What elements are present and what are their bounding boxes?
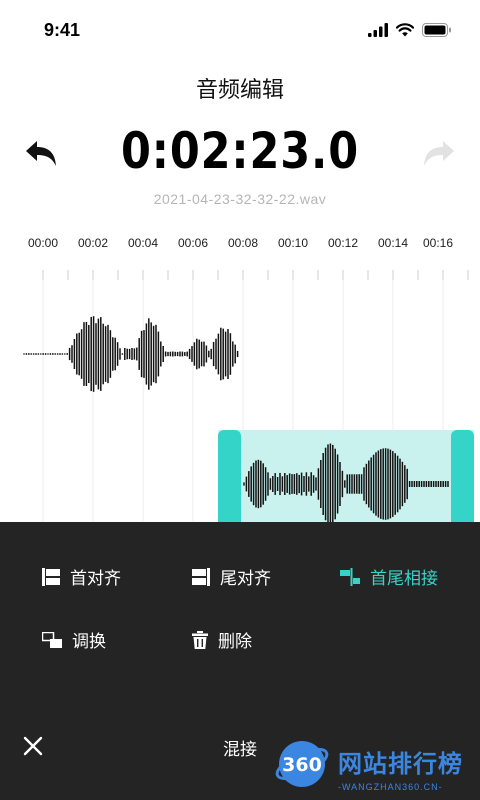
time-ruler: 00:00 00:02 00:04 00:06 00:08 00:10 00:12 00:14… bbox=[0, 236, 480, 256]
site-watermark: 360 网站排行榜 -WANGZHAN360.CN- bbox=[268, 738, 480, 800]
ruler-label: 00:06 bbox=[177, 236, 209, 250]
ruler-label: 00:02 bbox=[77, 236, 109, 250]
align-start-label: 首对齐 bbox=[70, 569, 121, 588]
align-start-icon bbox=[42, 567, 60, 586]
waveform-clip-1 bbox=[23, 316, 239, 392]
swap-icon bbox=[42, 631, 62, 648]
watermark-logo-icon: 360 bbox=[275, 741, 329, 787]
ruler-label: 00:12 bbox=[327, 236, 359, 250]
page-title: 音频编辑 bbox=[195, 77, 284, 102]
ruler-label: 00:14 bbox=[377, 236, 409, 250]
watermark-logo-text: 360 bbox=[282, 754, 322, 776]
ruler-ticks bbox=[42, 270, 469, 280]
clip-handle-left[interactable] bbox=[218, 430, 241, 524]
ruler-label: 00:04 bbox=[127, 236, 159, 250]
trash-icon bbox=[192, 630, 208, 649]
join-option[interactable]: 首尾相接 bbox=[340, 564, 438, 589]
clip-handle-right[interactable] bbox=[451, 430, 474, 524]
wifi-icon bbox=[396, 23, 414, 37]
battery-icon bbox=[422, 23, 451, 37]
align-end-label: 尾对齐 bbox=[220, 569, 271, 588]
ruler-label: 00:08 bbox=[227, 236, 259, 250]
timeline-track[interactable] bbox=[0, 262, 480, 524]
ruler-label: 00:16 bbox=[422, 236, 454, 250]
signal-icon bbox=[368, 23, 388, 37]
delete-option[interactable]: 删除 bbox=[192, 627, 252, 652]
join-icon bbox=[340, 567, 360, 586]
file-name: 2021-04-23-32-32-22.wav bbox=[153, 191, 327, 207]
status-icons bbox=[368, 22, 452, 38]
ruler-label: 00:10 bbox=[277, 236, 309, 250]
status-bar: 9:41 bbox=[0, 0, 480, 60]
join-label: 首尾相接 bbox=[370, 569, 438, 588]
redo-icon[interactable] bbox=[420, 138, 456, 168]
align-start-option[interactable]: 首对齐 bbox=[42, 564, 121, 589]
selected-clip[interactable] bbox=[218, 430, 474, 524]
watermark-subtext: -WANGZHAN360.CN- bbox=[338, 782, 443, 792]
align-end-option[interactable]: 尾对齐 bbox=[192, 564, 271, 589]
status-time: 9:41 bbox=[44, 20, 81, 40]
swap-option[interactable]: 调换 bbox=[42, 627, 106, 652]
watermark-text: 网站排行榜 bbox=[338, 751, 463, 778]
recording-timer: 0:02:23.0 bbox=[120, 122, 359, 180]
ruler-label: 00:00 bbox=[27, 236, 59, 250]
delete-label: 删除 bbox=[218, 632, 252, 651]
align-end-icon bbox=[192, 567, 210, 586]
swap-label: 调换 bbox=[72, 632, 106, 651]
